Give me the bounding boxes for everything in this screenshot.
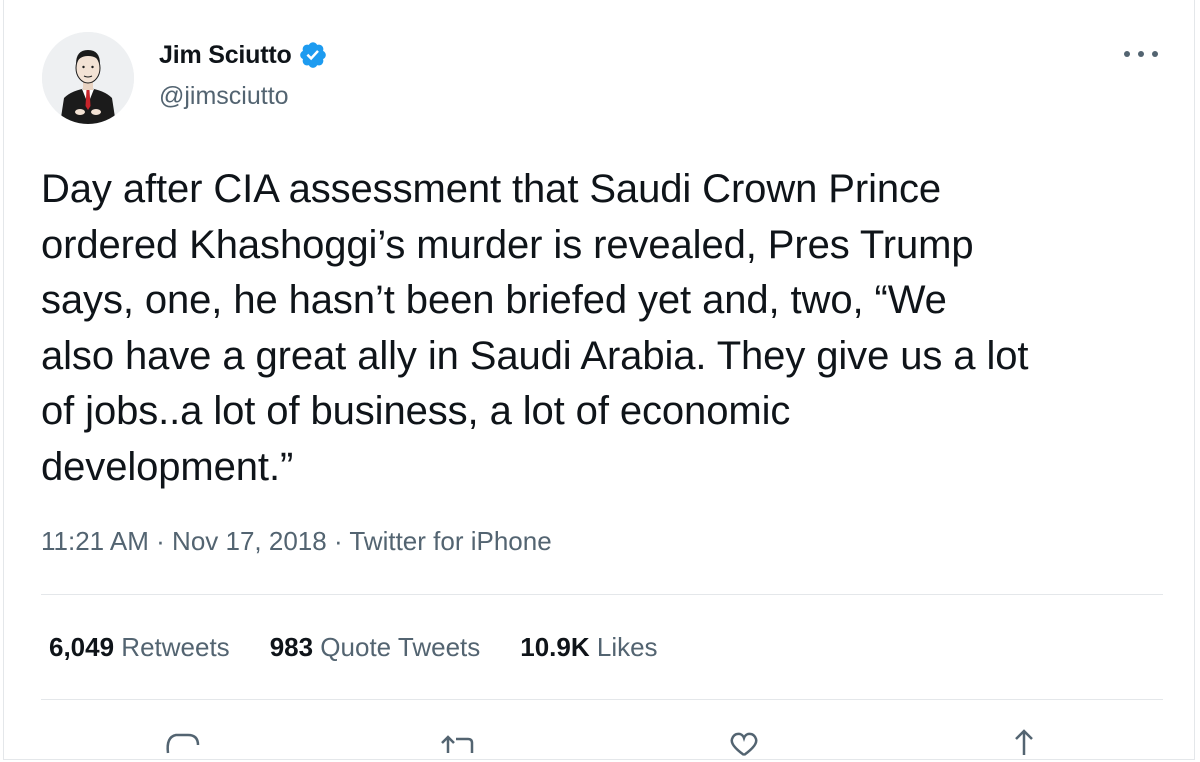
tweet-metadata: 11:21 AM · Nov 17, 2018 · Twitter for iP… — [41, 526, 552, 557]
tweet-source[interactable]: Twitter for iPhone — [349, 526, 551, 556]
retweets-count: 6,049 — [49, 632, 115, 662]
share-icon[interactable] — [1004, 727, 1044, 757]
quote-tweets-count: 983 — [269, 632, 314, 662]
tweet-text: Day after CIA assessment that Saudi Crow… — [41, 167, 1029, 489]
likes-count: 10.9K — [520, 632, 590, 662]
user-handle[interactable]: @jimsciutto — [159, 82, 289, 111]
divider — [41, 594, 1163, 595]
display-name[interactable]: Jim Sciutto — [159, 41, 292, 70]
tweet-date[interactable]: Nov 17, 2018 — [172, 526, 327, 556]
meta-separator: · — [148, 526, 173, 556]
likes-label: Likes — [589, 632, 658, 662]
quote-tweets-stat[interactable]: 983 Quote Tweets — [270, 632, 481, 663]
verified-badge-icon — [298, 40, 328, 70]
retweets-stat[interactable]: 6,049 Retweets — [49, 632, 230, 663]
reply-icon[interactable] — [162, 727, 202, 757]
author-name-row: Jim Sciutto — [159, 40, 328, 70]
like-icon[interactable] — [724, 727, 764, 757]
action-bar — [4, 715, 1196, 757]
more-options-icon[interactable] — [1124, 42, 1158, 66]
avatar-illustration — [42, 32, 134, 124]
engagement-stats: 6,049 Retweets 983 Quote Tweets 10.9K Li… — [49, 632, 698, 663]
retweets-label: Retweets — [114, 632, 230, 662]
tweet-time[interactable]: 11:21 AM — [41, 526, 149, 556]
likes-stat[interactable]: 10.9K Likes — [520, 632, 657, 663]
quote-tweets-label: Quote Tweets — [313, 632, 481, 662]
meta-separator: · — [326, 526, 350, 556]
avatar[interactable] — [42, 32, 134, 124]
divider — [41, 699, 1163, 700]
retweet-icon[interactable] — [438, 727, 478, 757]
tweet-card: Jim Sciutto @jimsciutto Day after CIA as… — [3, 0, 1195, 760]
